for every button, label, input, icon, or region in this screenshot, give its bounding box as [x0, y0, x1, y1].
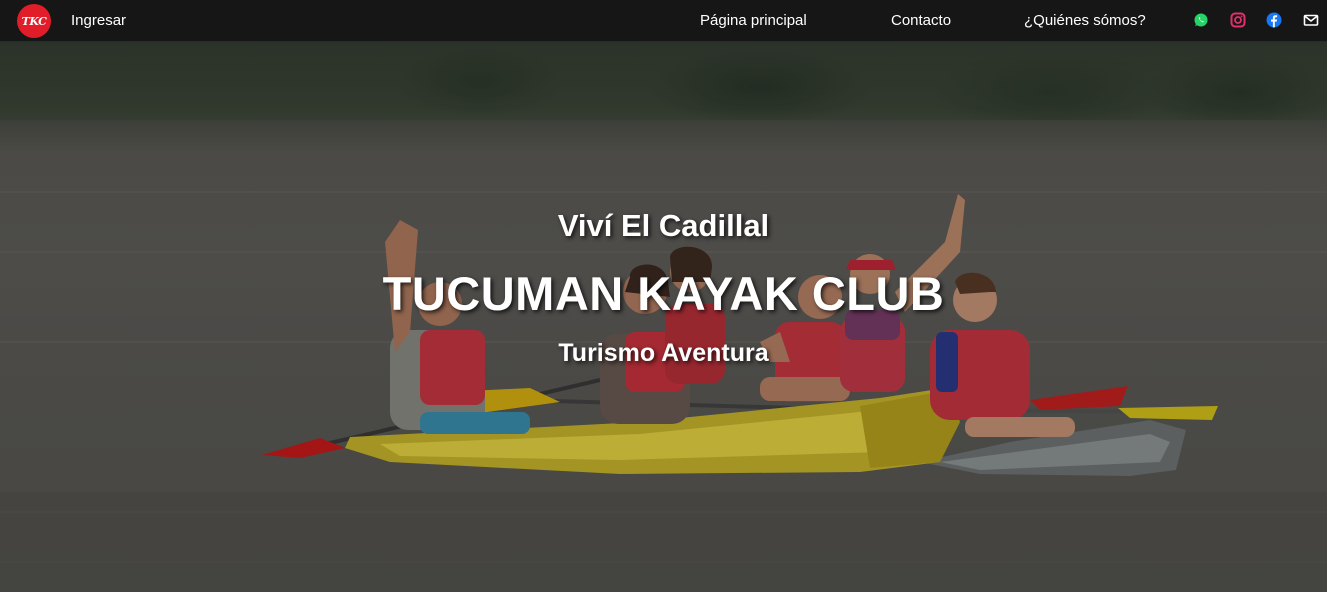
login-link[interactable]: Ingresar: [71, 12, 126, 29]
mail-icon[interactable]: [1303, 12, 1319, 28]
nav-link-home[interactable]: Página principal: [700, 12, 807, 29]
logo-text: TKC: [21, 14, 47, 28]
hero-subtitle: Turismo Aventura: [558, 339, 769, 367]
nav-link-about[interactable]: ¿Quiénes sómos?: [1024, 12, 1146, 29]
hero-banner: Viví El Cadillal TUCUMAN KAYAK CLUB Turi…: [0, 42, 1327, 592]
club-logo[interactable]: TKC: [17, 4, 51, 38]
hero-title: TUCUMAN KAYAK CLUB: [382, 267, 945, 320]
top-navbar: TKC Ingresar Página principal Contacto ¿…: [0, 0, 1327, 42]
facebook-icon[interactable]: [1266, 12, 1282, 28]
hero-tagline: Viví El Cadillal: [557, 208, 770, 243]
instagram-icon[interactable]: [1230, 12, 1246, 28]
nav-link-contact[interactable]: Contacto: [891, 12, 951, 29]
whatsapp-icon[interactable]: [1193, 12, 1209, 28]
